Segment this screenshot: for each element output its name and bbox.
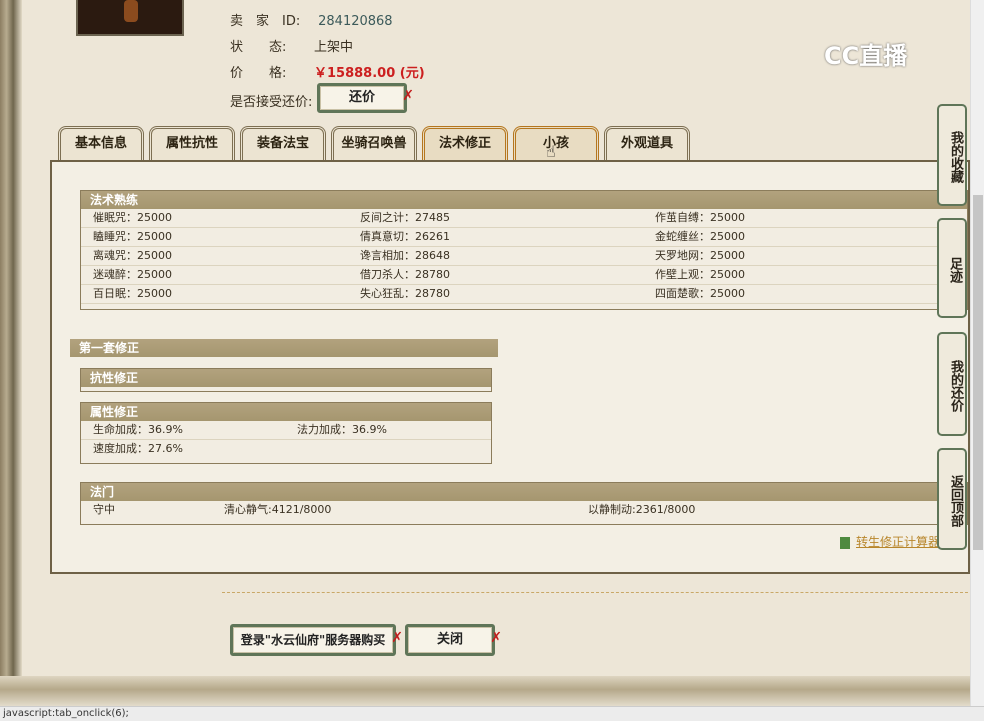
cc-live-logo: CC直播 (824, 42, 908, 70)
character-avatar (76, 0, 184, 36)
table-cell: 催眠咒：25000 (93, 211, 172, 224)
table-row: 速度加成：27.6% (81, 440, 491, 458)
resist-title: 抗性修正 (81, 369, 491, 387)
table-cell: 速度加成：27.6% (93, 442, 183, 455)
price-value: ￥15888.00 (元) (314, 66, 425, 81)
seller-row: 卖 家 ID: 284120868 (230, 10, 393, 29)
tab-equipment[interactable]: 装备法宝 (240, 126, 326, 161)
mouse-cursor-icon: ☝ (546, 142, 556, 161)
table-cell: 金蛇缠丝：25000 (655, 230, 745, 243)
divider (222, 592, 968, 593)
table-cell: 法力加成：36.9% (297, 423, 387, 436)
table-cell: 百日眠：25000 (93, 287, 172, 300)
close-button[interactable]: 关闭 ✗ (405, 624, 502, 656)
tab-label: 装备法宝 (256, 136, 309, 151)
left-frame (0, 0, 22, 706)
tab-label: 基本信息 (74, 136, 127, 151)
id-label: ID: (282, 14, 301, 29)
table-cell: 离魂咒：25000 (93, 249, 172, 262)
table-cell: 反间之计：27485 (360, 211, 450, 224)
price-row: 价 格: ￥15888.00 (元) (230, 62, 425, 81)
table-cell: 清心静气:4121/8000 (224, 503, 332, 516)
vertical-scrollbar[interactable] (970, 0, 984, 706)
table-cell: 倩真意切：26261 (360, 230, 450, 243)
tab-child[interactable]: 小孩 (513, 126, 599, 161)
my-offers-tab[interactable]: 我的还价 (937, 332, 967, 436)
back-to-top-tab[interactable]: 返回顶部 (937, 448, 967, 550)
bottom-frame (0, 676, 972, 706)
table-cell: 天罗地网：25000 (655, 249, 745, 262)
close-x-icon: ✗ (391, 630, 403, 646)
status-label: 状 态: (230, 40, 287, 55)
character-figure (124, 0, 138, 22)
calculator-icon (840, 536, 850, 549)
table-cell: 瞌睡咒：25000 (93, 230, 172, 243)
history-label: 足迹 (947, 257, 962, 283)
set1-title: 第一套修正 (70, 339, 498, 357)
content-area: 法术熟练 催眠咒：25000 反间之计：27485 作茧自缚：25000 瞌睡咒… (50, 160, 970, 574)
scrollbar-thumb[interactable] (973, 195, 983, 550)
login-buy-label: 登录"水云仙府"服务器购买 (240, 633, 386, 647)
history-tab[interactable]: 足迹 (937, 218, 967, 318)
seller-label: 卖 家 ID: (230, 10, 314, 29)
tab-label: 属性抗性 (165, 136, 218, 151)
counteroffer-button[interactable]: 还价 ✗ (317, 83, 414, 113)
close-x-icon: ✗ (490, 630, 502, 646)
login-buy-button[interactable]: 登录"水云仙府"服务器购买 ✗ (230, 624, 403, 656)
tab-label: 外观道具 (620, 136, 673, 151)
tab-attributes[interactable]: 属性抗性 (149, 126, 235, 161)
table-cell: 生命加成：36.9% (93, 423, 183, 436)
set1-header: 第一套修正 (70, 339, 498, 357)
tab-spell-correction[interactable]: 法术修正 (422, 126, 508, 161)
attr-section: 属性修正 生命加成：36.9% 法力加成：36.9% 速度加成：27.6% (80, 402, 492, 464)
table-row: 百日眠：25000 失心狂乱：28780 四面楚歌：25000 (81, 285, 967, 304)
favorites-label: 我的收藏 (948, 131, 963, 183)
table-cell: 失心狂乱：28780 (360, 287, 450, 300)
status-row: 状 态: 上架中 (230, 36, 353, 55)
spell-mastery-section: 法术熟练 催眠咒：25000 反间之计：27485 作茧自缚：25000 瞌睡咒… (80, 190, 968, 310)
tab-appearance[interactable]: 外观道具 (604, 126, 690, 161)
status-bar: javascript:tab_onclick(6); (0, 706, 984, 721)
seller-id: 284120868 (318, 14, 393, 29)
resist-section: 抗性修正 (80, 368, 492, 392)
seller-label-text: 卖 家 (230, 14, 270, 29)
tab-label: 法术修正 (438, 136, 491, 151)
table-cell: 守中 (93, 503, 115, 516)
table-row: 迷魂醉：25000 借刀杀人：28780 作壁上观：25000 (81, 266, 967, 285)
sect-section: 法门 守中 清心静气:4121/8000 以静制动:2361/8000 (80, 482, 968, 525)
table-cell: 以静制动:2361/8000 (588, 503, 696, 516)
tab-label: 坐骑召唤兽 (341, 136, 407, 151)
status-value: 上架中 (314, 40, 354, 55)
table-row: 瞌睡咒：25000 倩真意切：26261 金蛇缠丝：25000 (81, 228, 967, 247)
favorites-tab[interactable]: 我的收藏 (937, 104, 967, 206)
counteroffer-label: 是否接受还价: (230, 95, 313, 110)
back-to-top-label: 返回顶部 (948, 475, 963, 527)
table-cell: 谗言相加：28648 (360, 249, 450, 262)
table-cell: 四面楚歌：25000 (655, 287, 745, 300)
calc-link[interactable]: 转生修正计算器 (840, 533, 940, 550)
tab-mounts[interactable]: 坐骑召唤兽 (331, 126, 417, 161)
table-cell: 作茧自缚：25000 (655, 211, 745, 224)
table-cell: 借刀杀人：28780 (360, 268, 450, 281)
table-row: 生命加成：36.9% 法力加成：36.9% (81, 421, 491, 440)
table-cell: 迷魂醉：25000 (93, 268, 172, 281)
sect-title: 法门 (81, 483, 967, 501)
close-label: 关闭 (436, 632, 463, 647)
table-row: 守中 清心静气:4121/8000 以静制动:2361/8000 (81, 501, 967, 519)
price-label: 价 格: (230, 66, 287, 81)
tab-basic-info[interactable]: 基本信息 (58, 126, 144, 161)
my-offers-label: 我的还价 (948, 360, 963, 412)
attr-title: 属性修正 (81, 403, 491, 421)
table-row: 催眠咒：25000 反间之计：27485 作茧自缚：25000 (81, 209, 967, 228)
counteroffer-button-label: 还价 (348, 90, 375, 105)
table-row: 离魂咒：25000 谗言相加：28648 天罗地网：25000 (81, 247, 967, 266)
calc-link-label: 转生修正计算器 (856, 535, 941, 549)
spell-mastery-title: 法术熟练 (81, 191, 967, 209)
counteroffer-row: 是否接受还价: (230, 91, 312, 110)
close-x-icon: ✗ (402, 88, 414, 104)
table-cell: 作壁上观：25000 (655, 268, 745, 281)
